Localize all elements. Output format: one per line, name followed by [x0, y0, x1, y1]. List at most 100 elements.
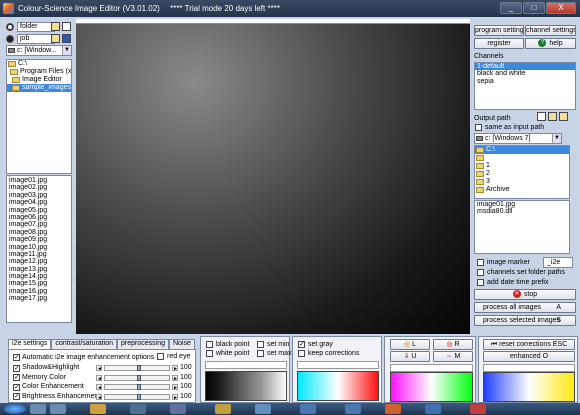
taskbar-app-11[interactable]	[425, 404, 441, 414]
auto-options-checkbox[interactable]	[13, 353, 20, 361]
output-tree-item[interactable]: Archive	[475, 186, 569, 194]
taskbar-app-1[interactable]	[30, 404, 46, 414]
m-button[interactable]: ⇔ M	[433, 351, 473, 362]
file-list-item[interactable]: image08.jpg	[7, 229, 71, 236]
chevron-down-icon[interactable]: ▼	[552, 134, 561, 143]
enhancement-slider[interactable]	[104, 393, 170, 400]
keep-corrections-checkbox[interactable]	[298, 350, 305, 357]
channels-folder-checkbox[interactable]	[477, 269, 484, 276]
tree-item[interactable]: Image Editor	[7, 76, 71, 84]
file-list[interactable]: image01.jpg image02.jpg image03.jpg image04…	[6, 175, 72, 323]
play-icon[interactable]	[62, 34, 71, 43]
file-list-item[interactable]: image09.jpg	[7, 236, 71, 243]
blue-yellow-swatch[interactable]	[483, 372, 575, 402]
channel-item[interactable]: black and white	[475, 70, 575, 77]
tab-preprocessing[interactable]: preprocessing	[117, 339, 169, 349]
drive-select[interactable]: c: [Window... ▼	[6, 45, 72, 56]
file-list-item[interactable]: image11.jpg	[7, 251, 71, 258]
tree-item[interactable]: Program Files (x86	[7, 68, 71, 76]
image-preview[interactable]	[76, 19, 470, 334]
chevron-down-icon[interactable]: ▼	[62, 46, 71, 55]
file-list-item[interactable]: image13.jpg	[7, 266, 71, 273]
chevron-left-icon[interactable]: ◄	[96, 365, 102, 372]
channel-item[interactable]: 1-default	[475, 63, 575, 71]
same-as-input-checkbox[interactable]	[475, 124, 482, 131]
stop-button[interactable]: ✕ stop	[474, 289, 576, 300]
slider-thumb[interactable]	[137, 384, 141, 390]
output-tree-item[interactable]: 2	[475, 170, 569, 178]
image-marker-checkbox[interactable]	[477, 259, 484, 266]
magenta-green-swatch[interactable]	[390, 372, 473, 402]
slider-thumb[interactable]	[137, 365, 141, 371]
set-min-checkbox[interactable]	[257, 341, 264, 348]
taskbar-app-10[interactable]	[385, 404, 401, 414]
file-list-item[interactable]: image04.jpg	[7, 199, 71, 206]
chevron-right-icon[interactable]: ►	[172, 374, 178, 382]
gray-swatch[interactable]	[205, 371, 287, 401]
file-list-item[interactable]: image06.jpg	[7, 214, 71, 221]
help-button[interactable]: ? help	[525, 38, 576, 49]
enhancement-checkbox[interactable]	[13, 392, 20, 400]
taskbar-app-6[interactable]	[215, 404, 231, 414]
enhancement-slider[interactable]	[104, 384, 170, 390]
u-button[interactable]: ⇓ U	[390, 351, 430, 362]
cyan-red-slider[interactable]	[297, 361, 379, 369]
file-list-item[interactable]: image07.jpg	[7, 221, 71, 228]
channels-list[interactable]: 1-default black and white sepia	[474, 62, 576, 110]
red-eye-checkbox[interactable]	[157, 353, 164, 360]
folder-tree[interactable]: C:\Program Files (x86Image Editorsample_…	[6, 59, 72, 174]
job-option[interactable]: job	[6, 33, 55, 44]
process-all-button[interactable]: process all images A	[474, 302, 576, 313]
enhanced-button[interactable]: enhanced O	[483, 351, 575, 362]
date-prefix-checkbox[interactable]	[477, 279, 484, 286]
output-drive-select[interactable]: c: [Windows 7] ▼	[474, 133, 562, 144]
white-point-checkbox[interactable]	[206, 350, 213, 357]
magenta-green-slider[interactable]	[390, 364, 473, 372]
cyan-red-swatch[interactable]	[297, 371, 379, 401]
output-tree-item[interactable]: 3	[475, 178, 569, 186]
job-radio[interactable]	[6, 34, 14, 43]
taskbar-app-4[interactable]	[130, 404, 146, 414]
enhancement-slider[interactable]	[104, 374, 170, 381]
taskbar-app-3[interactable]	[90, 404, 106, 414]
folder-open-icon[interactable]	[51, 22, 60, 31]
close-button[interactable]: X	[546, 2, 576, 14]
channel-settings-button[interactable]: channel settings	[525, 25, 576, 36]
slider-thumb[interactable]	[137, 393, 141, 400]
enhancement-slider[interactable]	[104, 365, 170, 371]
tree-item[interactable]: sample_images	[7, 84, 71, 92]
output-tree-item[interactable]: C:\	[475, 146, 569, 154]
output-file-item[interactable]: msdia80.dll	[475, 208, 569, 215]
channel-item[interactable]: sepia	[475, 78, 575, 85]
new-folder-icon[interactable]	[559, 112, 568, 121]
enhancement-checkbox[interactable]	[13, 383, 20, 391]
taskbar-app-7[interactable]	[255, 404, 271, 414]
chevron-left-icon[interactable]: ◄	[96, 374, 102, 382]
chevron-right-icon[interactable]: ►	[172, 365, 178, 372]
preview-scrollbar[interactable]	[76, 19, 470, 24]
file-list-item[interactable]: image16.jpg	[7, 288, 71, 295]
program-settings-button[interactable]: program settings	[474, 25, 524, 36]
output-file-list[interactable]: image01.jpg msdia80.dll	[474, 200, 570, 254]
file-list-item[interactable]: image03.jpg	[7, 192, 71, 199]
file-list-item[interactable]: image05.jpg	[7, 207, 71, 214]
folder-option[interactable]: folder	[6, 21, 55, 32]
copy-icon[interactable]	[537, 112, 546, 121]
maximize-button[interactable]: □	[523, 2, 545, 14]
tab-noise[interactable]: Noise	[168, 339, 195, 349]
file-list-item[interactable]: image14.jpg	[7, 273, 71, 280]
tree-item[interactable]: C:\	[7, 60, 71, 68]
l-button[interactable]: ◎ L	[390, 339, 430, 350]
chevron-left-icon[interactable]: ◄	[96, 384, 102, 391]
process-selected-button[interactable]: process selected images S	[474, 315, 576, 326]
blue-yellow-slider[interactable]	[483, 364, 575, 372]
set-gray-checkbox[interactable]	[298, 340, 305, 348]
output-tree[interactable]: C:\ 1 2 3 Archive	[474, 145, 570, 199]
output-folder-icon[interactable]	[548, 112, 557, 121]
output-file-item[interactable]: image01.jpg	[475, 201, 569, 208]
file-list-item[interactable]: image02.jpg	[7, 184, 71, 191]
minimize-button[interactable]: _	[500, 2, 522, 14]
file-list-item[interactable]: image15.jpg	[7, 280, 71, 287]
file-list-item[interactable]: image01.jpg	[7, 177, 71, 184]
file-list-item[interactable]: image12.jpg	[7, 258, 71, 265]
